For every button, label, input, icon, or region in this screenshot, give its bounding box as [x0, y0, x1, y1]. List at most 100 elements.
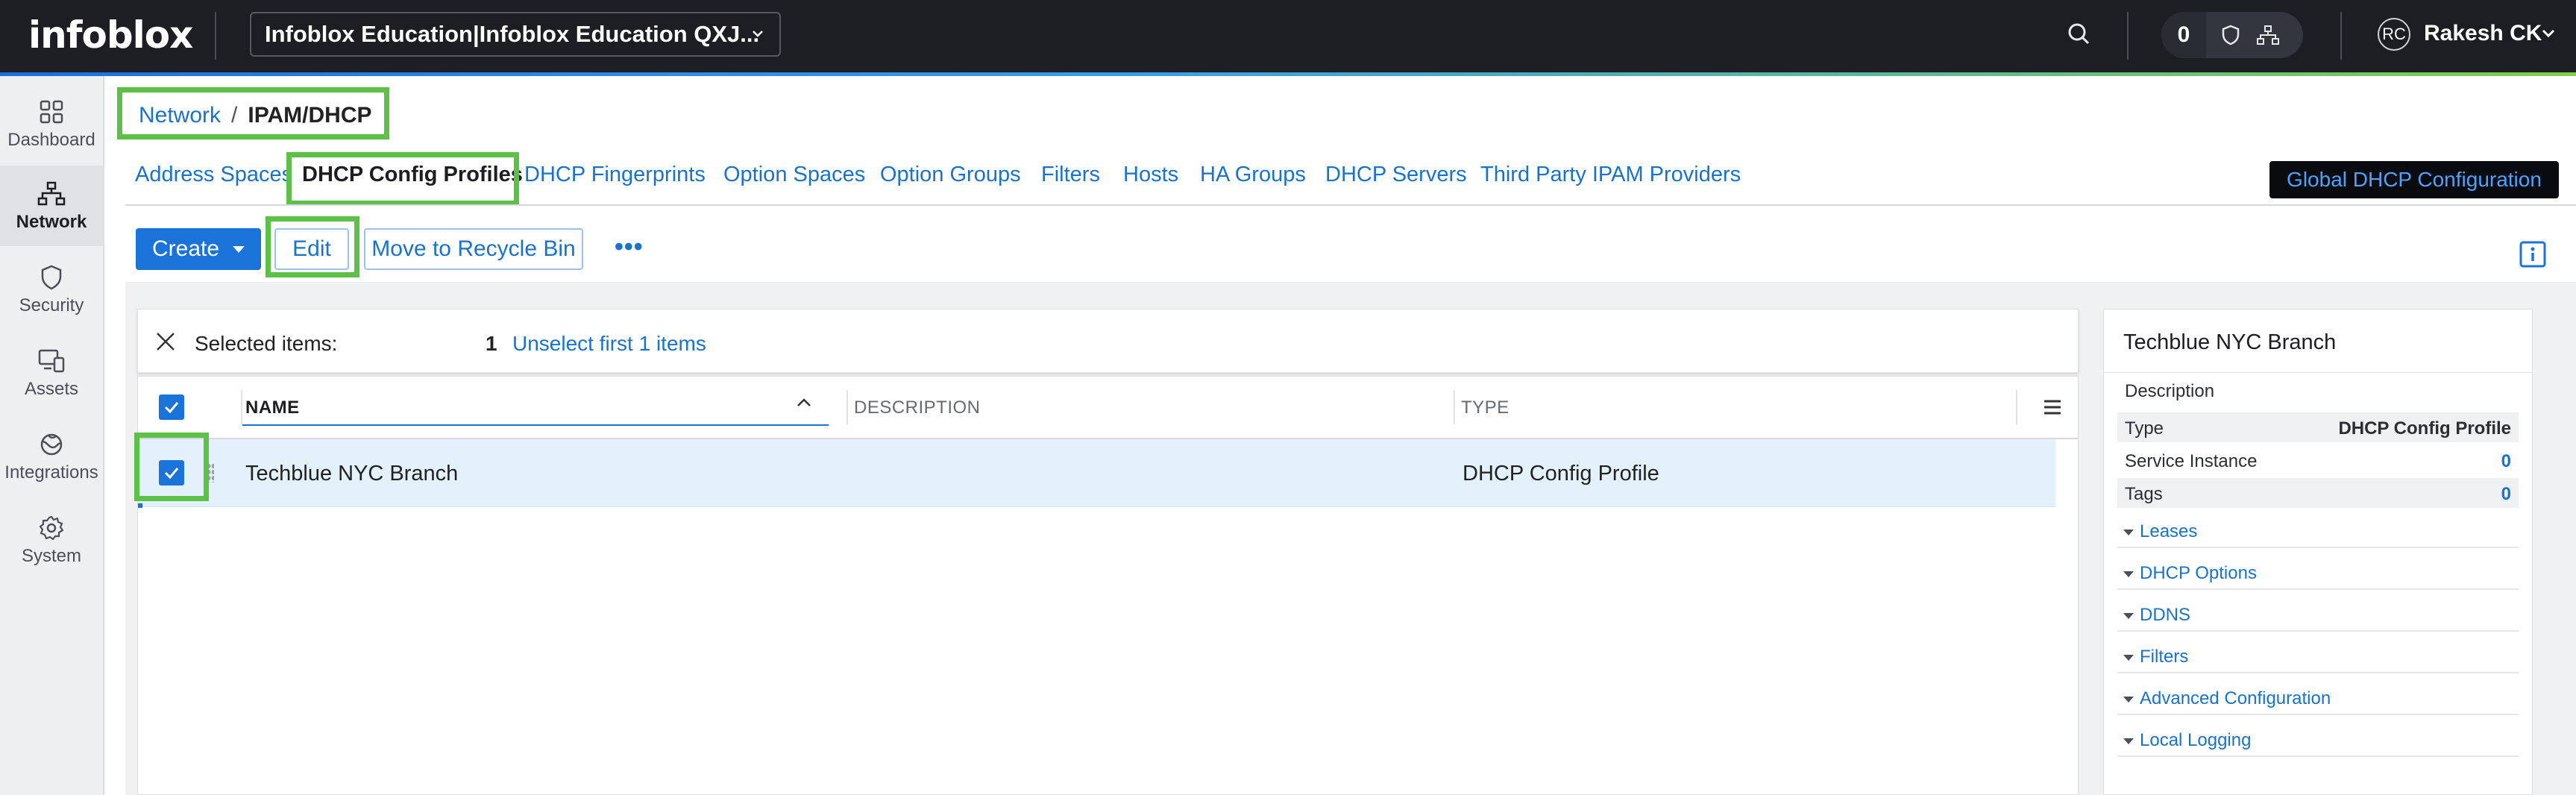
section-ddns[interactable]: DDNS	[2123, 605, 2190, 626]
info-icon[interactable]	[2519, 240, 2547, 268]
infoblox-logo[interactable]: infoblox	[28, 13, 193, 57]
sidebar-item-label: Integrations	[4, 462, 98, 483]
divider	[2117, 630, 2519, 632]
divider	[2104, 372, 2532, 373]
tab-dhcp-fingerprints[interactable]: DHCP Fingerprints	[524, 163, 706, 187]
section-advanced-configuration[interactable]: Advanced Configuration	[2123, 688, 2331, 709]
section-label: Advanced Configuration	[2140, 688, 2331, 708]
section-filters[interactable]: Filters	[2123, 647, 2188, 667]
tab-address-spaces[interactable]: Address Spaces	[135, 163, 292, 187]
tab-hosts[interactable]: Hosts	[1123, 163, 1178, 187]
column-header-name[interactable]: NAME	[245, 398, 300, 418]
detail-row-type: Type DHCP Config Profile	[2117, 412, 2519, 442]
column-divider	[2016, 390, 2017, 424]
left-nav: Dashboard Network Security Assets Integr…	[0, 76, 104, 795]
divider	[2117, 547, 2519, 548]
column-header-type[interactable]: TYPE	[1461, 398, 1510, 418]
devices-icon	[38, 349, 65, 373]
integrations-icon	[40, 433, 63, 456]
avatar[interactable]: RC	[2378, 18, 2410, 51]
column-divider	[1454, 390, 1455, 424]
sidebar-item-network[interactable]: Network	[0, 166, 103, 246]
column-menu-icon[interactable]	[2040, 395, 2065, 420]
detail-value-link[interactable]: 0	[2501, 451, 2511, 472]
selected-items-label: Selected items:	[195, 332, 338, 355]
section-label: Leases	[2140, 521, 2198, 541]
tab-filters[interactable]: Filters	[1041, 163, 1100, 187]
caret-down-icon	[2123, 612, 2134, 619]
notification-count: 0	[2161, 12, 2206, 58]
sidebar-item-integrations[interactable]: Integrations	[0, 416, 103, 497]
sidebar-item-assets[interactable]: Assets	[0, 333, 103, 413]
caret-down-icon	[2123, 529, 2134, 535]
detail-row-tags: Tags 0	[2117, 478, 2519, 508]
sidebar-item-system[interactable]: System	[0, 500, 103, 580]
sidebar-item-label: Network	[16, 212, 87, 232]
profiles-table: NAME DESCRIPTION TYPE Techblue NYC Branc…	[137, 376, 2079, 795]
caret-down-icon	[2123, 696, 2134, 703]
accent-stripe	[0, 72, 2576, 76]
tab-dhcp-servers[interactable]: DHCP Servers	[1325, 163, 1467, 187]
highlight-box	[266, 216, 359, 277]
selected-items-count: 1	[486, 332, 497, 355]
breadcrumb-separator: /	[231, 103, 238, 128]
shield-icon	[2222, 25, 2240, 45]
caret-down-icon	[2123, 654, 2134, 661]
caret-down-icon	[233, 246, 245, 253]
selection-bar: Selected items: 1 Unselect first 1 items	[137, 309, 2079, 373]
more-actions-button[interactable]: •••	[615, 233, 644, 262]
detail-label: Type	[2125, 418, 2164, 439]
check-icon	[164, 402, 179, 414]
chevron-down-icon	[753, 31, 763, 37]
column-divider	[846, 390, 848, 424]
sort-ascending-icon[interactable]	[791, 390, 817, 415]
table-row[interactable]: Techblue NYC Branch DHCP Config Profile	[138, 439, 2055, 507]
section-local-logging[interactable]: Local Logging	[2123, 730, 2251, 751]
breadcrumb-current: IPAM/DHCP	[248, 103, 372, 128]
section-label: DHCP Options	[2140, 563, 2257, 583]
description-label: Description	[2125, 381, 2215, 401]
sidebar-item-dashboard[interactable]: Dashboard	[0, 84, 103, 164]
divider	[2340, 12, 2342, 60]
status-indicators[interactable]: 0	[2161, 12, 2303, 58]
tab-third-party-ipam-providers[interactable]: Third Party IPAM Providers	[1480, 163, 1741, 187]
sidebar-item-label: System	[21, 546, 81, 566]
create-button[interactable]: Create	[136, 228, 261, 270]
sidebar-item-security[interactable]: Security	[0, 249, 103, 330]
user-name[interactable]: Rakesh CK	[2424, 21, 2542, 46]
breadcrumb-network-link[interactable]: Network	[139, 103, 221, 128]
detail-value-link[interactable]: 0	[2501, 484, 2511, 505]
close-icon[interactable]	[154, 330, 177, 353]
divider	[2117, 588, 2519, 590]
table-header: NAME DESCRIPTION TYPE	[138, 377, 2078, 439]
cell-name: Techblue NYC Branch	[245, 462, 459, 486]
section-leases[interactable]: Leases	[2123, 521, 2197, 542]
column-divider	[241, 390, 242, 424]
row-focus-marker	[138, 503, 142, 508]
shield-icon	[41, 265, 62, 290]
search-icon[interactable]	[2063, 18, 2096, 51]
global-dhcp-configuration-button[interactable]: Global DHCP Configuration	[2269, 161, 2559, 198]
tab-option-spaces[interactable]: Option Spaces	[723, 163, 865, 187]
chevron-down-icon[interactable]	[2537, 22, 2560, 45]
caret-down-icon	[2123, 571, 2134, 577]
unselect-link[interactable]: Unselect first 1 items	[512, 332, 706, 356]
grid-icon	[40, 100, 63, 124]
tab-option-groups[interactable]: Option Groups	[880, 163, 1021, 187]
cell-type: DHCP Config Profile	[1463, 462, 1659, 486]
breadcrumb: Network / IPAM/DHCP	[139, 103, 372, 128]
divider	[2117, 714, 2519, 715]
move-to-recycle-bin-button[interactable]: Move to Recycle Bin	[364, 228, 583, 270]
section-label: Local Logging	[2140, 730, 2252, 750]
section-dhcp-options[interactable]: DHCP Options	[2123, 563, 2257, 584]
column-header-description[interactable]: DESCRIPTION	[854, 398, 981, 418]
network-icon	[37, 181, 66, 206]
select-all-checkbox[interactable]	[159, 395, 184, 420]
detail-value: DHCP Config Profile	[2338, 418, 2511, 439]
tab-ha-groups[interactable]: HA Groups	[1200, 163, 1306, 187]
section-label: DDNS	[2140, 605, 2191, 625]
tabs-divider	[125, 204, 2576, 206]
sort-indicator	[242, 424, 829, 426]
highlight-box	[286, 152, 519, 206]
org-selector[interactable]: Infoblox Education|Infoblox Education QX…	[250, 12, 781, 57]
